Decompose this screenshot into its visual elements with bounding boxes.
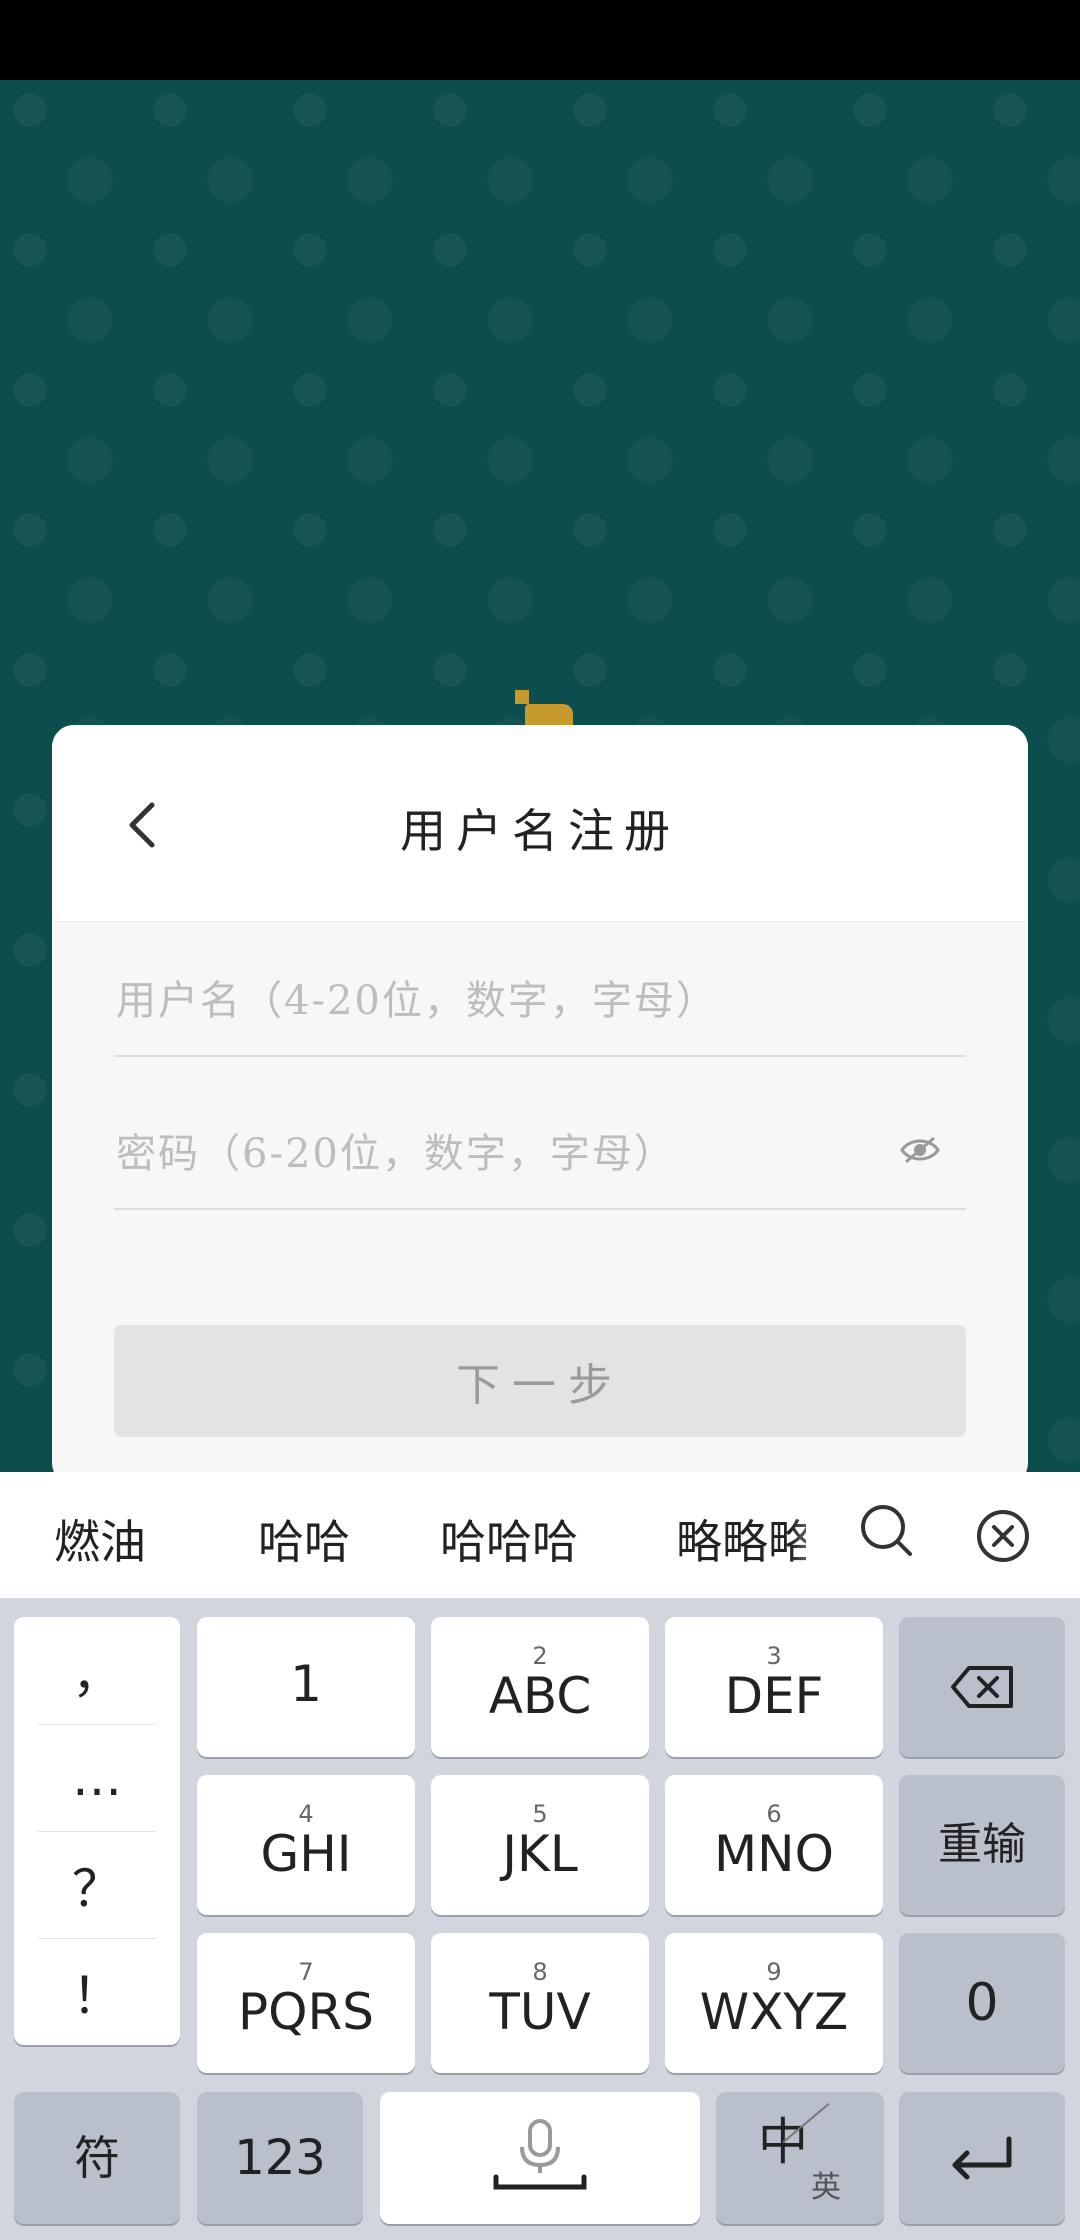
search-icon[interactable] [858,1502,914,1558]
space-key[interactable] [380,2092,700,2224]
enter-icon [952,2136,1012,2180]
password-field [114,1088,966,1210]
backspace-icon [951,1666,1013,1708]
keyboard: 燃油 哈哈 哈哈哈 略略略 ， … ？ ！ 1 2 ABC 3 DEF 4 GH… [0,1472,1080,2240]
username-input[interactable] [114,965,878,1037]
key-9-wxyz[interactable]: 9 WXYZ [665,1933,883,2073]
candidate-item[interactable]: 略略略 [676,1506,806,1572]
card-header: 用户名注册 [52,725,1028,922]
key-8-tuv[interactable]: 8 TUV [431,1933,649,2073]
punct-exclaim-key[interactable]: ！ [14,1938,180,2045]
punct-comma-key[interactable]: ， [14,1617,180,1724]
key-4-ghi[interactable]: 4 GHI [197,1775,415,1915]
key-7-pqrs[interactable]: 7 PQRS [197,1933,415,2073]
key-0[interactable]: 0 [899,1933,1065,2073]
register-card: 用户名注册 下一步 [52,725,1028,1485]
key-2-abc[interactable]: 2 ABC [431,1617,649,1757]
candidate-item[interactable]: 燃油 [54,1506,146,1572]
page-title: 用户名注册 [400,804,680,858]
username-field [114,935,966,1057]
candidate-bar: 燃油 哈哈 哈哈哈 略略略 [0,1472,1080,1598]
mascot-peek [515,690,575,726]
punctuation-column: ， … ？ ！ [14,1617,180,2045]
symbols-key[interactable]: 符 [14,2092,180,2224]
microphone-icon [493,2119,587,2190]
eye-icon[interactable] [898,1128,942,1172]
numbers-key[interactable]: 123 [197,2092,363,2224]
status-bar [0,0,1080,80]
next-step-button[interactable]: 下一步 [114,1325,966,1437]
reinput-key[interactable]: 重输 [899,1775,1065,1915]
backspace-key[interactable] [899,1617,1065,1757]
close-circle-icon[interactable] [975,1508,1031,1564]
punct-ellipsis-key[interactable]: … [14,1724,180,1831]
language-switch-key[interactable]: 中 英 [716,2092,884,2224]
key-5-jkl[interactable]: 5 JKL [431,1775,649,1915]
password-input[interactable] [114,1118,878,1190]
key-6-mno[interactable]: 6 MNO [665,1775,883,1915]
candidate-item[interactable]: 哈哈 [258,1506,350,1572]
enter-key[interactable] [899,2092,1065,2224]
key-1[interactable]: 1 [197,1617,415,1757]
candidate-item[interactable]: 哈哈哈 [440,1506,578,1572]
punct-question-key[interactable]: ？ [14,1831,180,1938]
key-3-def[interactable]: 3 DEF [665,1617,883,1757]
